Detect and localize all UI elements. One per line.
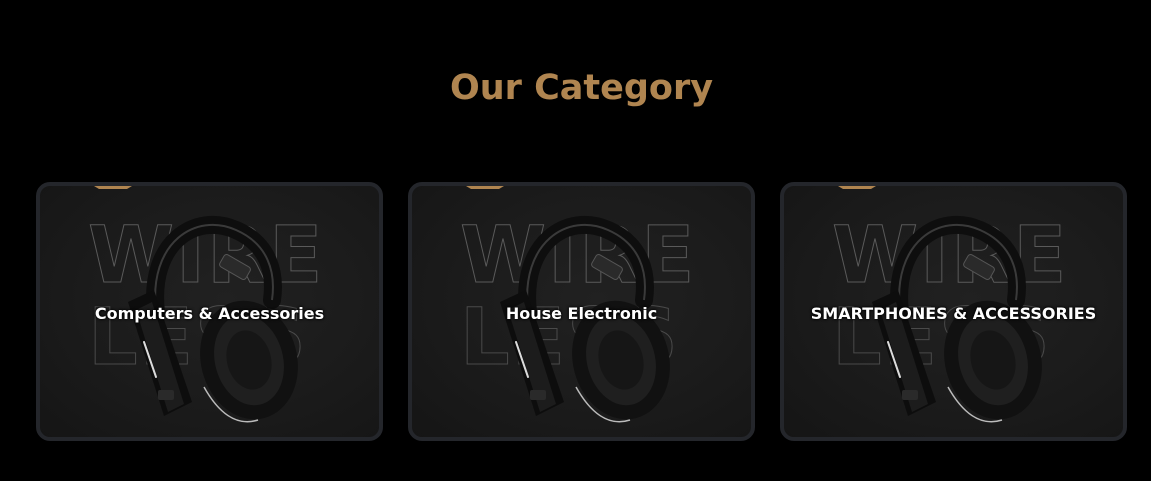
category-label[interactable]: House Electronic [412,303,751,325]
category-label[interactable]: Computers & Accessories [40,303,379,325]
gold-accent-tab [94,186,132,189]
gold-accent-tab [838,186,876,189]
category-card-smartphones-accessories[interactable]: WIRE LESS SMARTPHONES & ACCESSORIES [780,182,1127,441]
category-card-house-electronic[interactable]: WIRE LESS House Electronic [408,182,755,441]
category-label[interactable]: SMARTPHONES & ACCESSORIES [784,303,1123,325]
gold-accent-tab [466,186,504,189]
category-card-computers-accessories[interactable]: WIRE LESS Computers & Accessories [36,182,383,441]
category-section: Our Category WIRE LESS Computers & Acces… [0,0,1151,481]
section-title: Our Category [449,68,714,108]
